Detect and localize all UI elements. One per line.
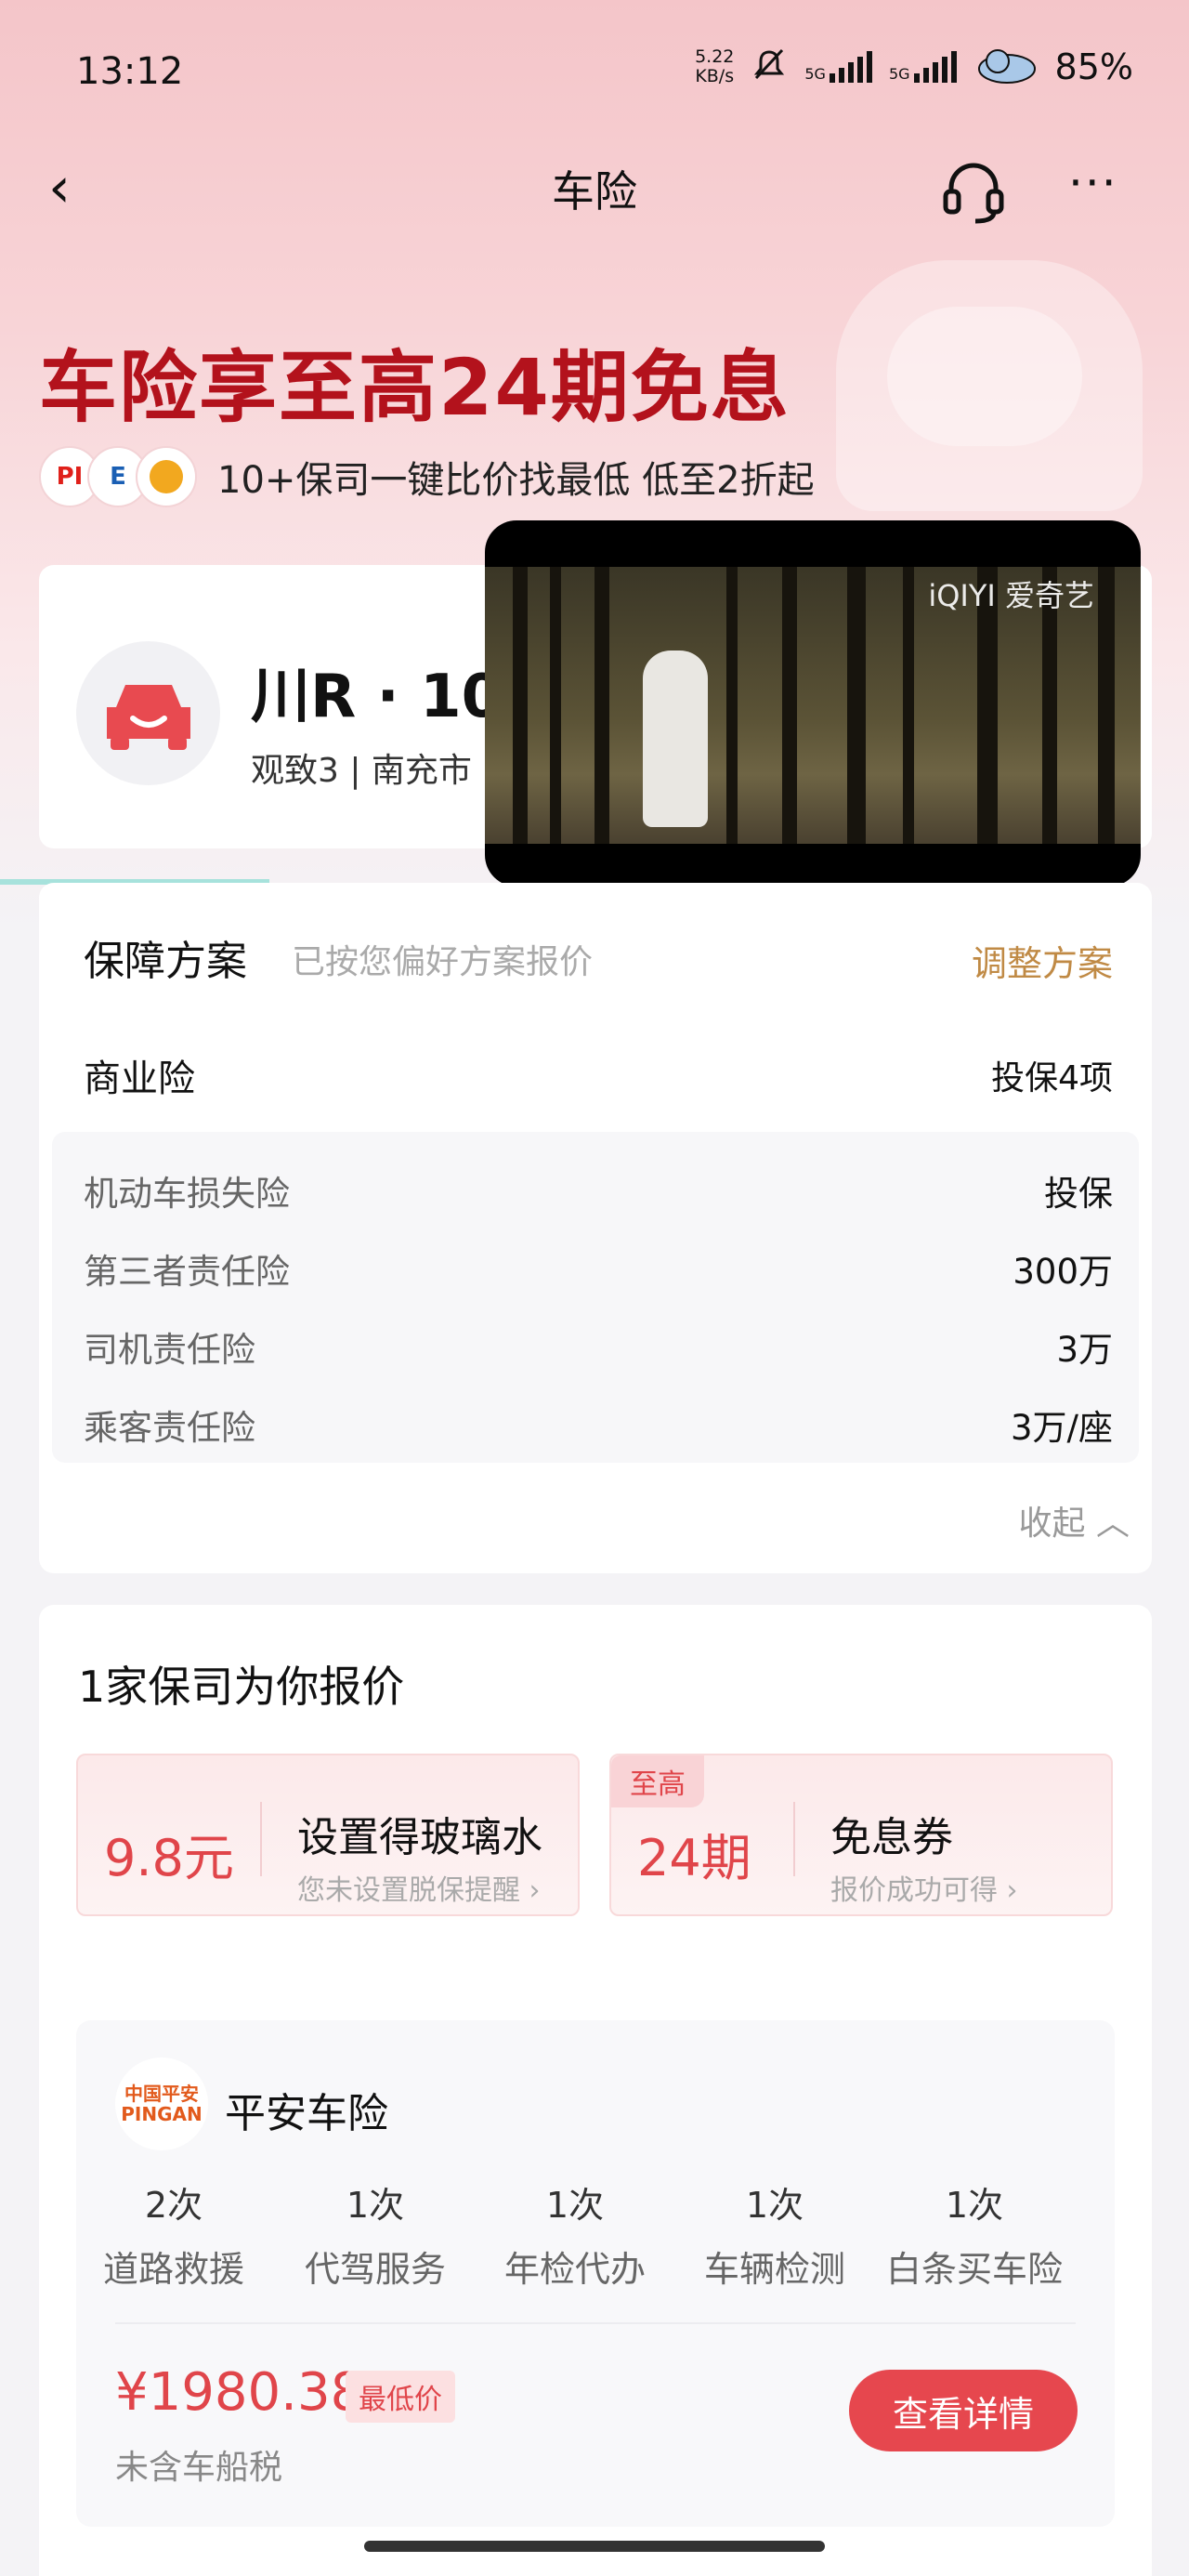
license-plate: 川R · 10 [251,663,503,731]
coverage-items: 机动车损失险 投保 第三者责任险 300万 司机责任险 3万 乘客责任险 3万/座 [52,1132,1139,1463]
promo-interest-free[interactable]: 至高 24期 免息券 报价成功可得 › [609,1754,1113,1916]
promo-tag: 至高 [611,1755,704,1807]
signal-icon-1: 5G [804,51,872,83]
coverage-item: 司机责任险 3万 [84,1330,1113,1370]
network-speed: 5.22 KB/s [695,46,735,86]
status-icons: 5.22 KB/s 5G 5G 85% [695,45,1133,89]
status-time: 13:12 [76,50,184,93]
business-insurance-value: 投保4项 [991,1059,1113,1097]
tax-note: 未含车船税 [115,2449,283,2487]
business-insurance-row: 商业险 投保4项 [84,1048,1113,1102]
quotes-title: 1家保司为你报价 [78,1662,405,1712]
coverage-item: 机动车损失险 投保 [84,1174,1113,1214]
service-item: 1次 年检代办 [503,2185,646,2290]
service-item: 1次 代驾服务 [304,2185,446,2290]
promo-title: 设置得玻璃水 [297,1814,542,1861]
service-item: 1次 车辆检测 [703,2185,845,2290]
adjust-plan-link[interactable]: 调整方案 [972,935,1113,986]
promo-amount: 24期 [637,1829,751,1887]
cloud-icon [973,45,1039,89]
service-item: 1次 白条买车险 [885,2185,1063,2290]
signal-icon-2: 5G [889,51,957,83]
promo-subline: PI E 10+保司一键比价找最低 低至2折起 [39,446,815,507]
plan-title: 保障方案 [84,938,247,985]
business-insurance-label: 商业险 [84,1058,195,1100]
floating-video-player[interactable]: iQIYI 爱奇艺 [485,520,1141,887]
insurer-logo-3 [136,446,197,507]
insurer-logos: PI E [39,446,197,507]
headset-icon [943,163,1004,224]
promo-title: 免息券 [830,1814,953,1861]
pingan-logo: 中国平安 PINGAN [115,2057,208,2150]
promo-headline: 车险享至高24期免息 [39,342,790,433]
video-person [643,651,708,827]
quote-price: ¥1980.38 [115,2362,364,2423]
insurer-quote[interactable]: 中国平安 PINGAN 平安车险 2次 道路救援 1次 代驾服务 1次 年检代办 1次… [76,2020,1115,2527]
customer-service-button[interactable] [938,156,1009,230]
coverage-plan-card: 保障方案 已按您偏好方案报价 调整方案 商业险 投保4项 机动车损失险 投保 第三… [39,883,1152,1573]
coverage-item: 第三者责任险 300万 [84,1252,1113,1292]
battery-level: 85% [1054,46,1133,87]
promo-subtitle: 10+保司一键比价找最低 低至2折起 [217,459,815,502]
service-item: 2次 道路救援 [102,2185,244,2290]
plan-subtitle: 已按您偏好方案报价 [292,943,594,981]
quotes-card: 1家保司为你报价 9.8元 设置得玻璃水 您未设置脱保提醒 › 至高 24期 免… [39,1605,1152,2576]
home-indicator[interactable] [364,2541,825,2552]
decorative-shape-inner [887,307,1082,446]
insurer-name: 平安车险 [225,2090,388,2137]
status-bar: 13:12 5.22 KB/s 5G 5G 85% [0,0,1189,149]
page-title: 车险 [552,166,637,217]
nav-bar: ‹ 车险 ··· [0,149,1189,232]
coverage-item: 乘客责任险 3万/座 [84,1408,1113,1448]
view-details-button[interactable]: 查看详情 [849,2370,1078,2451]
promo-amount: 9.8元 [104,1829,234,1887]
collapse-button[interactable]: 收起 ︿ [1019,1496,1130,1544]
promo-subtitle: 您未设置脱保提醒 › [297,1874,541,1907]
mute-icon [751,46,788,87]
iqiyi-logo: iQIYI 爱奇艺 [928,578,1094,613]
lowest-price-badge: 最低价 [346,2371,455,2423]
promo-glass-water[interactable]: 9.8元 设置得玻璃水 您未设置脱保提醒 › [76,1754,580,1916]
promo-subtitle: 报价成功可得 › [830,1874,1018,1907]
car-icon [76,641,220,785]
vehicle-model: 观致3 | 南充市 [251,752,472,790]
more-button[interactable]: ··· [1068,156,1118,210]
